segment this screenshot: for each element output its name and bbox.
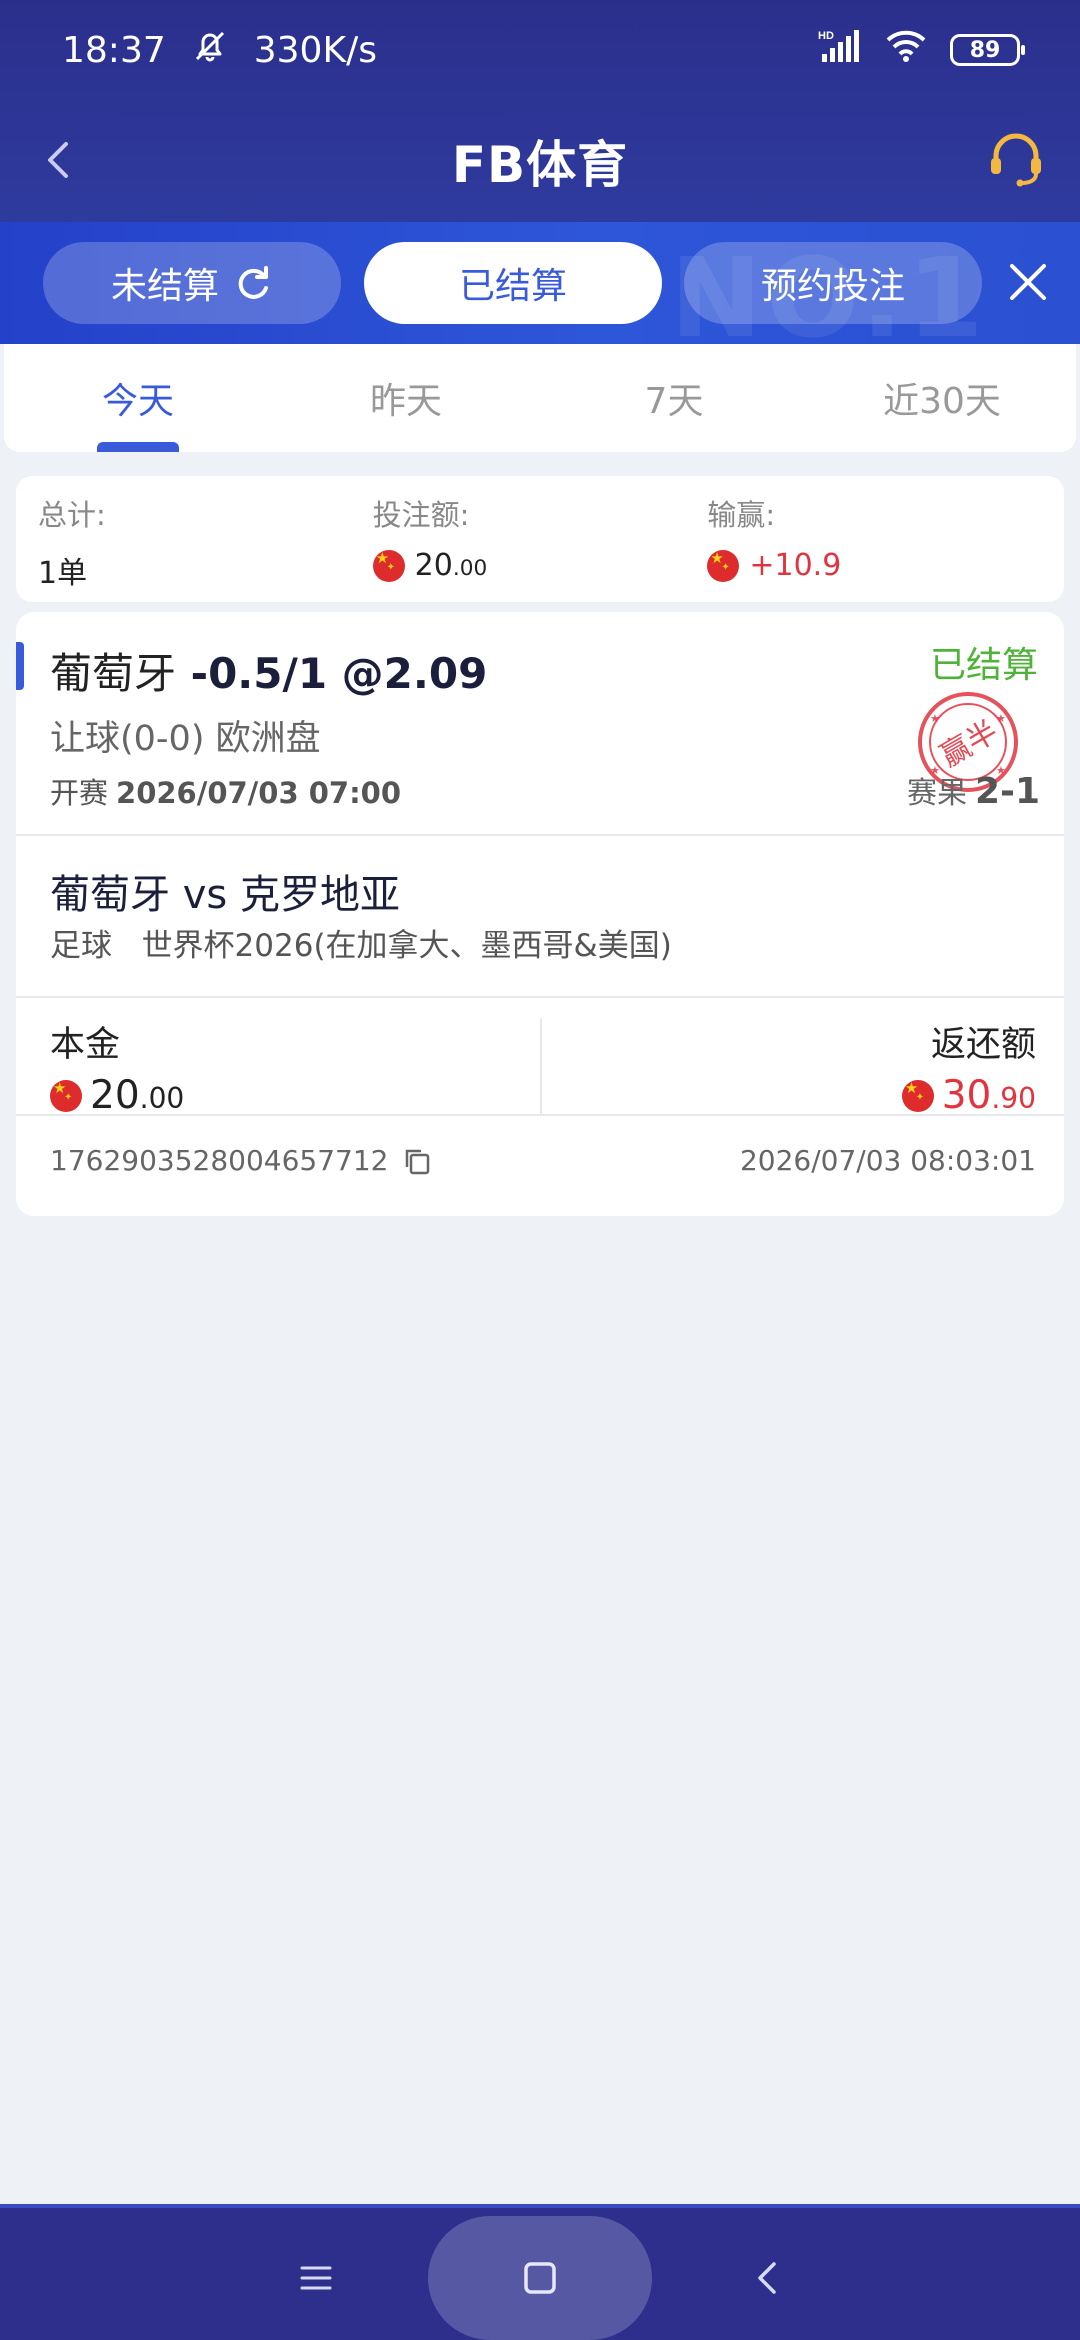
copy-icon[interactable] bbox=[402, 1146, 432, 1176]
card-divider bbox=[16, 996, 1064, 998]
principal-integer: 20 bbox=[90, 1073, 140, 1118]
summary-stake-label: 投注额: bbox=[372, 498, 470, 532]
bet-status-tabs: NO.1 未结算 已结算 预约投注 bbox=[0, 222, 1080, 344]
order-id-row: 1762903528004657712 bbox=[50, 1144, 432, 1177]
menu-icon bbox=[300, 2266, 332, 2290]
league-name: 世界杯2026(在加拿大、墨西哥&美国) bbox=[141, 928, 672, 964]
stamp-text: 赢半 bbox=[935, 714, 1004, 774]
tab-yesterday-label: 昨天 bbox=[369, 381, 442, 422]
tab-today-label: 今天 bbox=[101, 381, 174, 422]
tab-scheduled-label: 预约投注 bbox=[760, 266, 905, 307]
match-teams: 葡萄牙 vs 克罗地亚 bbox=[50, 872, 400, 918]
home-button[interactable] bbox=[500, 2238, 580, 2318]
cny-flag-icon bbox=[50, 1079, 82, 1112]
tab-unsettled-label: 未结算 bbox=[110, 266, 219, 307]
bet-card[interactable]: 葡萄牙 -0.5/1 @2.09 已结算 ★ ★ ★ ★ 赢半 让球(0-0) … bbox=[16, 612, 1064, 1216]
home-square-icon bbox=[524, 2262, 556, 2294]
refresh-icon[interactable] bbox=[233, 263, 273, 303]
bet-selection: 葡萄牙 -0.5/1 @2.09 bbox=[50, 640, 487, 701]
card-divider bbox=[16, 834, 1064, 836]
stake-decimal: .00 bbox=[452, 556, 488, 581]
principal: 本金 20.00 bbox=[50, 1016, 184, 1118]
summary-win-label: 输赢: bbox=[707, 498, 776, 532]
chevron-left-icon bbox=[48, 142, 68, 178]
signal-icon: HD bbox=[818, 28, 862, 73]
return-integer: 30 bbox=[941, 1073, 992, 1118]
page-title: FB体育 bbox=[451, 136, 629, 194]
summary-stake-value: 20.00 bbox=[372, 548, 708, 583]
bet-market: 让球(0-0) 欧洲盘 bbox=[50, 719, 321, 759]
summary-card: 总计: 1单 投注额: 20.00 输赢: +10.9 bbox=[16, 476, 1064, 602]
menu-button[interactable] bbox=[276, 2238, 356, 2318]
card-divider bbox=[16, 1114, 1064, 1116]
active-tab-indicator bbox=[97, 442, 179, 452]
battery-indicator: 89 bbox=[950, 34, 1025, 66]
principal-value: 20.00 bbox=[50, 1073, 184, 1118]
result-score: 2-1 bbox=[974, 771, 1040, 812]
return-amount: 返还额 30.90 bbox=[901, 1016, 1036, 1118]
tab-today[interactable]: 今天 bbox=[4, 344, 272, 452]
order-id: 1762903528004657712 bbox=[50, 1144, 389, 1177]
tab-30-days-label: 近30天 bbox=[883, 381, 1001, 422]
wifi-icon bbox=[884, 28, 928, 73]
return-value: 30.90 bbox=[901, 1073, 1036, 1118]
tab-unsettled[interactable]: 未结算 bbox=[43, 242, 341, 324]
result-label: 赛果 bbox=[906, 776, 967, 811]
tab-settled-label: 已结算 bbox=[458, 266, 567, 307]
selection-odds: -0.5/1 @2.09 bbox=[190, 649, 488, 698]
kickoff-time: 2026/07/03 07:00 bbox=[116, 776, 402, 810]
status-badge: 已结算 bbox=[929, 645, 1038, 686]
summary-win-loss: 输赢: +10.9 bbox=[707, 492, 1042, 602]
headset-icon bbox=[991, 133, 1041, 187]
match-result: 赛果 2-1 bbox=[907, 768, 1040, 812]
tab-scheduled-bets[interactable]: 预约投注 bbox=[684, 242, 982, 324]
summary-total-value: 1单 bbox=[38, 556, 88, 591]
win-amount: +10.9 bbox=[749, 548, 842, 583]
tab-settled[interactable]: 已结算 bbox=[364, 242, 662, 324]
tab-7-days-label: 7天 bbox=[644, 381, 704, 422]
svg-text:★: ★ bbox=[996, 712, 1006, 725]
mute-bell-icon bbox=[190, 26, 230, 75]
tab-7-days[interactable]: 7天 bbox=[540, 344, 808, 452]
return-label: 返还额 bbox=[930, 1025, 1036, 1065]
svg-text:★: ★ bbox=[930, 712, 940, 725]
network-speed: 330K/s bbox=[253, 29, 377, 71]
card-accent-bar bbox=[16, 642, 24, 690]
sport-name: 足球 bbox=[50, 928, 112, 964]
cny-flag-icon bbox=[372, 549, 405, 582]
return-decimal: .90 bbox=[991, 1082, 1036, 1115]
title-bar: FB体育 bbox=[0, 100, 1080, 222]
nav-back-button[interactable] bbox=[728, 2238, 808, 2318]
back-button[interactable] bbox=[28, 130, 88, 190]
system-nav-bar bbox=[0, 2204, 1080, 2340]
summary-win-value: +10.9 bbox=[707, 548, 1042, 583]
status-bar: 18:37 330K/s HD 89 bbox=[0, 0, 1080, 100]
stake-integer: 20 bbox=[414, 548, 453, 583]
customer-service-button[interactable] bbox=[984, 128, 1048, 192]
close-icon bbox=[1010, 264, 1046, 300]
close-button[interactable] bbox=[998, 252, 1058, 312]
principal-label: 本金 bbox=[50, 1025, 121, 1065]
summary-stake: 投注额: 20.00 bbox=[372, 492, 708, 602]
tab-yesterday[interactable]: 昨天 bbox=[272, 344, 540, 452]
cny-flag-icon bbox=[901, 1079, 934, 1112]
app-header: 18:37 330K/s HD 89 FB体育 bbox=[0, 0, 1080, 222]
selection-team: 葡萄牙 bbox=[50, 649, 177, 698]
principal-decimal: .00 bbox=[139, 1082, 185, 1115]
league-info: 足球 世界杯2026(在加拿大、墨西哥&美国) bbox=[50, 920, 672, 965]
date-range-tabs: 今天 昨天 7天 近30天 bbox=[4, 344, 1076, 452]
chevron-left-icon bbox=[758, 2262, 776, 2294]
kickoff-label: 开赛 bbox=[50, 776, 109, 810]
status-time: 18:37 bbox=[62, 29, 166, 71]
summary-total-label: 总计: bbox=[38, 498, 106, 532]
summary-total: 总计: 1单 bbox=[38, 492, 373, 602]
cny-flag-icon bbox=[707, 549, 740, 582]
amounts-row: 本金 20.00 返还额 30.90 bbox=[16, 1010, 1064, 1120]
tab-30-days[interactable]: 近30天 bbox=[808, 344, 1076, 452]
kickoff-info: 开赛 2026/07/03 07:00 bbox=[50, 770, 401, 812]
amounts-separator bbox=[540, 1018, 542, 1114]
settle-time: 2026/07/03 08:03:01 bbox=[739, 1144, 1036, 1177]
svg-text:HD: HD bbox=[818, 30, 834, 42]
